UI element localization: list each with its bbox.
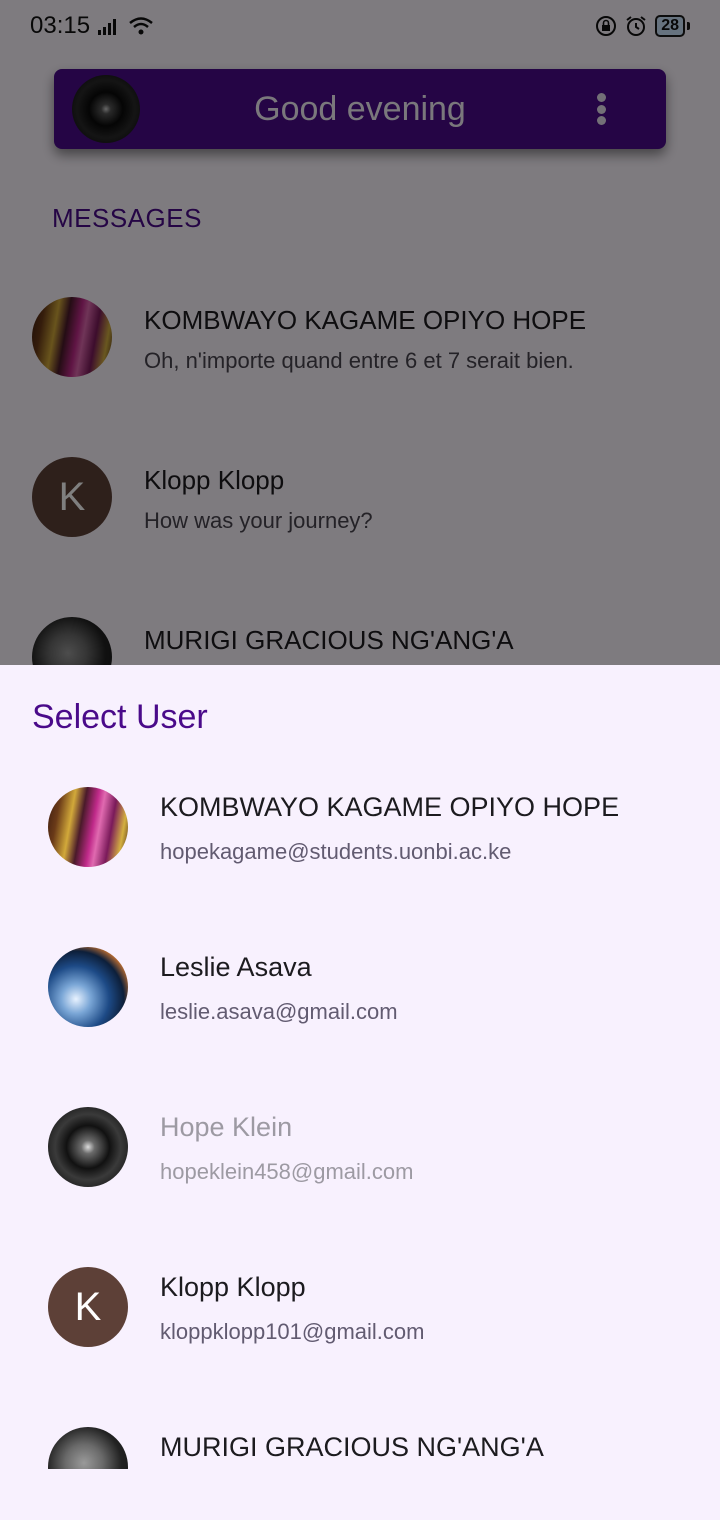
user-email: kloppklopp101@gmail.com bbox=[160, 1319, 425, 1344]
user-item[interactable]: K Klopp Klopp kloppklopp101@gmail.com bbox=[0, 1227, 720, 1387]
sheet-title: Select User bbox=[32, 698, 208, 736]
conversation-name: MURIGI GRACIOUS NG'ANG'A bbox=[144, 625, 514, 655]
more-options-icon[interactable] bbox=[588, 91, 614, 127]
avatar: K bbox=[48, 1267, 128, 1347]
user-name: KOMBWAYO KAGAME OPIYO HOPE bbox=[160, 792, 620, 822]
status-bar-left: 03:15 bbox=[30, 12, 154, 40]
user-email: leslie.asava@gmail.com bbox=[160, 999, 398, 1024]
battery-cap bbox=[687, 22, 690, 30]
user-name: Hope Klein bbox=[160, 1112, 293, 1142]
conversation-preview: Oh, n'importe quand entre 6 et 7 serait … bbox=[144, 348, 574, 373]
user-email: hopekagame@students.uonbi.ac.ke bbox=[160, 839, 512, 864]
alarm-icon bbox=[626, 16, 646, 36]
user-item[interactable]: MURIGI GRACIOUS NG'ANG'A bbox=[0, 1387, 720, 1469]
user-item[interactable]: Leslie Asava leslie.asava@gmail.com bbox=[0, 907, 720, 1067]
user-name: Leslie Asava bbox=[160, 952, 312, 982]
user-item[interactable]: KOMBWAYO KAGAME OPIYO HOPE hopekagame@st… bbox=[0, 747, 720, 907]
rotation-lock-icon bbox=[596, 16, 617, 36]
conversation-preview: How was your journey? bbox=[144, 508, 373, 533]
signal-icon bbox=[98, 19, 117, 35]
avatar bbox=[32, 297, 112, 377]
conversation-item[interactable]: KOMBWAYO KAGAME OPIYO HOPE Oh, n'importe… bbox=[0, 257, 720, 417]
greeting-title: Good evening bbox=[254, 90, 466, 128]
select-user-sheet: Select User KOMBWAYO KAGAME OPIYO HOPE h… bbox=[0, 665, 720, 1520]
avatar bbox=[48, 1427, 128, 1469]
status-bar-right: 28 bbox=[595, 15, 690, 37]
user-item[interactable]: Hope Klein hopeklein458@gmail.com bbox=[0, 1067, 720, 1227]
conversation-item[interactable]: K Klopp Klopp How was your journey? bbox=[0, 417, 720, 577]
wifi-icon bbox=[129, 17, 153, 35]
menu-dot bbox=[596, 104, 606, 114]
avatar bbox=[48, 787, 128, 867]
status-bar: 03:15 28 bbox=[0, 0, 720, 52]
battery-icon: 28 bbox=[655, 15, 685, 37]
user-name: MURIGI GRACIOUS NG'ANG'A bbox=[160, 1432, 544, 1462]
user-name: Klopp Klopp bbox=[160, 1272, 306, 1302]
user-list[interactable]: KOMBWAYO KAGAME OPIYO HOPE hopekagame@st… bbox=[0, 747, 720, 1469]
menu-dot bbox=[596, 93, 606, 102]
app-bar: Good evening bbox=[54, 69, 666, 149]
avatar bbox=[48, 947, 128, 1027]
messages-header: MESSAGES bbox=[52, 203, 202, 233]
conversation-name: Klopp Klopp bbox=[144, 465, 285, 495]
user-email: hopeklein458@gmail.com bbox=[160, 1159, 414, 1184]
screen: 03:15 28 Good evening MESSAGES KOMBWAYO … bbox=[0, 0, 720, 1520]
conversation-name: KOMBWAYO KAGAME OPIYO HOPE bbox=[144, 305, 587, 335]
avatar bbox=[48, 1107, 128, 1187]
avatar: K bbox=[32, 457, 112, 537]
menu-dot bbox=[596, 116, 606, 125]
status-time: 03:15 bbox=[30, 12, 91, 39]
